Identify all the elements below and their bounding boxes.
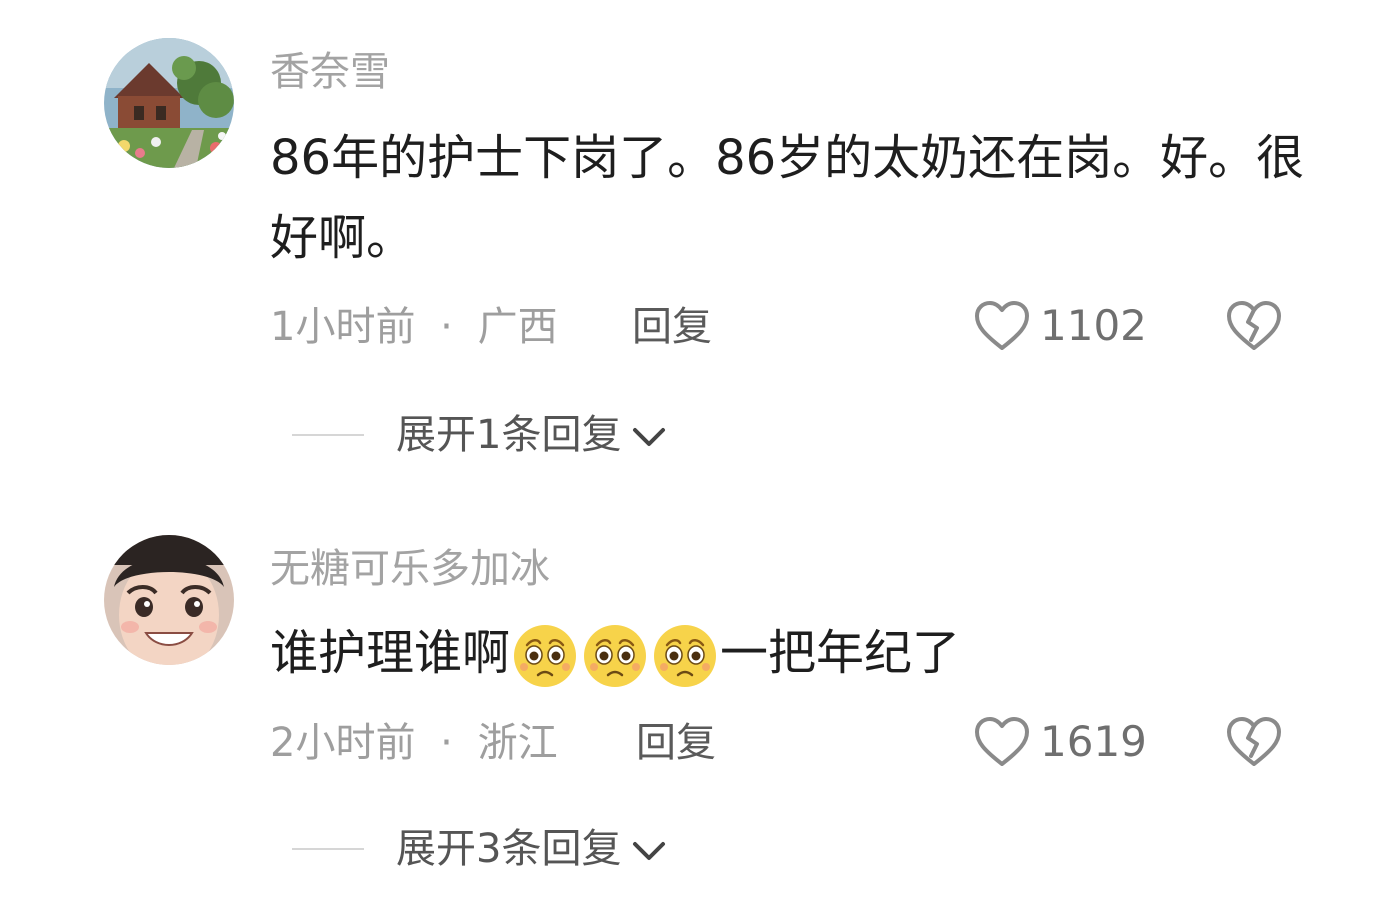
dislike-button[interactable] xyxy=(1226,716,1282,772)
avatar[interactable] xyxy=(104,38,234,168)
comment-item: 香奈雪 86年的护士下岗了。86岁的太奶还在岗。好。很好啊。 1小时前 · 广西… xyxy=(0,0,1376,480)
username[interactable]: 无糖可乐多加冰 xyxy=(270,545,550,593)
avatar[interactable] xyxy=(104,535,234,665)
like-button[interactable]: 1102 xyxy=(974,300,1147,352)
broken-heart-icon xyxy=(1227,717,1281,766)
chevron-down-icon xyxy=(633,428,666,446)
heart-outline-icon xyxy=(975,717,1029,766)
location: 广西 xyxy=(477,304,558,350)
pleading-face-emoji xyxy=(514,625,577,687)
comment-meta: 1小时前 · 广西 xyxy=(270,302,558,352)
like-count: 1619 xyxy=(1040,717,1147,766)
comment-text: 86年的护士下岗了。86岁的太奶还在岗。好。很好啊。 xyxy=(270,130,1305,266)
meta-separator: · xyxy=(440,304,453,350)
expand-replies-label: 展开1条回复 xyxy=(396,412,622,458)
chevron-down-icon xyxy=(633,842,666,860)
broken-heart-icon xyxy=(1227,301,1281,350)
divider-line xyxy=(292,848,364,850)
expand-replies-button[interactable]: 展开1条回复 xyxy=(292,410,667,460)
smiling-boy-illustration xyxy=(104,535,234,665)
emoji-group xyxy=(512,623,718,689)
reply-button[interactable]: 回复 xyxy=(632,302,712,352)
pleading-face-emoji xyxy=(654,625,717,687)
comment-item: 无糖可乐多加冰 谁护理谁啊 一把年纪了 2小时前 · 浙江 回复 1619 展开… xyxy=(0,480,1376,908)
location: 浙江 xyxy=(477,720,558,766)
comment-text-after: 一把年纪了 xyxy=(720,625,961,681)
expand-replies-button[interactable]: 展开3条回复 xyxy=(292,824,667,874)
timestamp: 1小时前 xyxy=(270,304,416,350)
heart-outline-icon xyxy=(975,301,1029,350)
reply-button[interactable]: 回复 xyxy=(636,718,716,768)
comment-meta: 2小时前 · 浙江 xyxy=(270,718,558,768)
timestamp: 2小时前 xyxy=(270,720,416,766)
divider-line xyxy=(292,434,364,436)
dislike-button[interactable] xyxy=(1226,300,1282,356)
meta-separator: · xyxy=(440,720,453,766)
comment-text: 谁护理谁啊 一把年纪了 xyxy=(270,613,1320,693)
comment-text-before: 谁护理谁啊 xyxy=(270,625,511,681)
username[interactable]: 香奈雪 xyxy=(270,48,390,96)
garden-cottage-photo xyxy=(104,38,234,168)
like-button[interactable]: 1619 xyxy=(974,716,1147,768)
pleading-face-emoji xyxy=(584,625,647,687)
expand-replies-label: 展开3条回复 xyxy=(396,826,622,872)
like-count: 1102 xyxy=(1040,301,1147,350)
